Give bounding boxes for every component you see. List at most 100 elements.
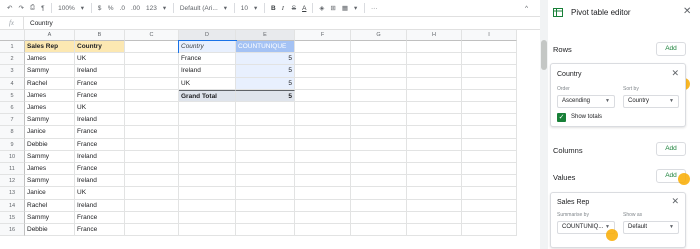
more-options-button[interactable]: ···	[368, 2, 381, 14]
row-header[interactable]: 5	[0, 89, 25, 102]
font-size-select[interactable]: 10	[238, 2, 251, 14]
formula-input[interactable]: Country	[24, 20, 53, 27]
cell[interactable]	[295, 126, 351, 139]
cell[interactable]	[351, 77, 407, 90]
increase-decimal-button[interactable]: .00	[128, 2, 143, 14]
cell[interactable]	[407, 77, 462, 90]
cell[interactable]	[407, 224, 462, 237]
cell[interactable]	[462, 224, 517, 237]
column-header[interactable]: B	[75, 30, 125, 41]
cell[interactable]	[236, 187, 295, 200]
font-select[interactable]: Default (Ari...	[177, 2, 221, 14]
close-icon[interactable]: ✕	[683, 6, 691, 17]
row-header[interactable]: 13	[0, 187, 25, 200]
cell-sales-rep[interactable]: Sammy	[25, 114, 75, 127]
cell-country[interactable]: France	[75, 126, 125, 139]
bold-button[interactable]: B	[268, 2, 279, 14]
cell[interactable]	[407, 53, 462, 66]
cell[interactable]	[295, 77, 351, 90]
cell-sales-rep[interactable]: Sammy	[25, 175, 75, 188]
row-header[interactable]: 9	[0, 138, 25, 151]
cell[interactable]	[236, 211, 295, 224]
cell[interactable]	[125, 65, 179, 78]
cell[interactable]	[236, 126, 295, 139]
more-formats-button[interactable]: 123	[143, 2, 160, 14]
cell-sales-rep[interactable]: Sammy	[25, 65, 75, 78]
currency-button[interactable]: $	[95, 2, 105, 14]
strikethrough-button[interactable]: S	[289, 2, 299, 14]
cell-sales-rep[interactable]: Sammy	[25, 211, 75, 224]
scrollbar-thumb[interactable]	[541, 40, 547, 70]
cell[interactable]	[179, 163, 236, 176]
cell[interactable]	[179, 199, 236, 212]
cell[interactable]	[462, 53, 517, 66]
cell[interactable]	[351, 102, 407, 115]
cell-country[interactable]: France	[75, 89, 125, 102]
close-icon[interactable]: ✕	[671, 68, 679, 79]
cell[interactable]	[351, 126, 407, 139]
cell[interactable]	[462, 138, 517, 151]
cell[interactable]	[295, 65, 351, 78]
merge-cells-icon[interactable]: ▦	[339, 2, 351, 14]
collapse-menus-button[interactable]: ^	[522, 2, 532, 14]
cell-sales-rep[interactable]: James	[25, 53, 75, 66]
row-header[interactable]: 8	[0, 126, 25, 139]
select-all-corner[interactable]	[0, 30, 25, 41]
cell[interactable]	[351, 150, 407, 163]
row-header[interactable]: 10	[0, 150, 25, 163]
print-icon[interactable]: ⎙	[27, 2, 38, 14]
column-header[interactable]: D	[179, 30, 236, 41]
cell[interactable]	[236, 114, 295, 127]
cell-country[interactable]: Ireland	[75, 65, 125, 78]
column-header[interactable]: A	[25, 30, 75, 41]
cell[interactable]	[125, 175, 179, 188]
cell[interactable]	[351, 41, 407, 54]
percent-button[interactable]: %	[105, 2, 117, 14]
italic-button[interactable]: I	[279, 2, 289, 14]
cell[interactable]	[125, 199, 179, 212]
pivot-grand-total-value[interactable]: 5	[236, 89, 295, 102]
cell-country[interactable]: UK	[75, 187, 125, 200]
cell[interactable]	[179, 102, 236, 115]
order-select[interactable]: Ascending ▼	[557, 95, 615, 108]
cell[interactable]	[179, 114, 236, 127]
cell[interactable]	[295, 211, 351, 224]
cell[interactable]	[407, 102, 462, 115]
cell[interactable]	[462, 163, 517, 176]
cell[interactable]	[295, 114, 351, 127]
cell[interactable]	[351, 89, 407, 102]
cell[interactable]	[236, 175, 295, 188]
row-header[interactable]: 15	[0, 211, 25, 224]
row-header[interactable]: 11	[0, 163, 25, 176]
cell[interactable]	[125, 89, 179, 102]
cell-country[interactable]: France	[75, 138, 125, 151]
cell[interactable]	[462, 65, 517, 78]
cell[interactable]	[295, 163, 351, 176]
row-header[interactable]: 14	[0, 199, 25, 212]
cell[interactable]	[407, 211, 462, 224]
cell[interactable]	[179, 211, 236, 224]
cell[interactable]	[295, 102, 351, 115]
cell-sales-rep[interactable]: Debbie	[25, 138, 75, 151]
text-color-button[interactable]: A	[299, 2, 309, 14]
cell[interactable]	[407, 138, 462, 151]
sort-by-select[interactable]: Country ▼	[623, 95, 679, 108]
pivot-header-country[interactable]: Country	[178, 39, 237, 55]
cell[interactable]	[351, 211, 407, 224]
column-header[interactable]: C	[125, 30, 179, 41]
column-header[interactable]: H	[407, 30, 462, 41]
cell-sales-rep[interactable]: James	[25, 163, 75, 176]
cell[interactable]	[407, 150, 462, 163]
cell[interactable]	[462, 211, 517, 224]
row-header[interactable]: 1	[0, 41, 25, 54]
cell[interactable]	[462, 199, 517, 212]
cell[interactable]	[462, 114, 517, 127]
cell[interactable]	[407, 114, 462, 127]
cell-sales-rep[interactable]: James	[25, 102, 75, 115]
cell[interactable]	[295, 53, 351, 66]
paint-format-icon[interactable]: ¶	[38, 2, 48, 14]
cell[interactable]	[179, 175, 236, 188]
row-header[interactable]: 2	[0, 53, 25, 66]
cell-sales-rep[interactable]: Janice	[25, 187, 75, 200]
cell[interactable]	[295, 187, 351, 200]
